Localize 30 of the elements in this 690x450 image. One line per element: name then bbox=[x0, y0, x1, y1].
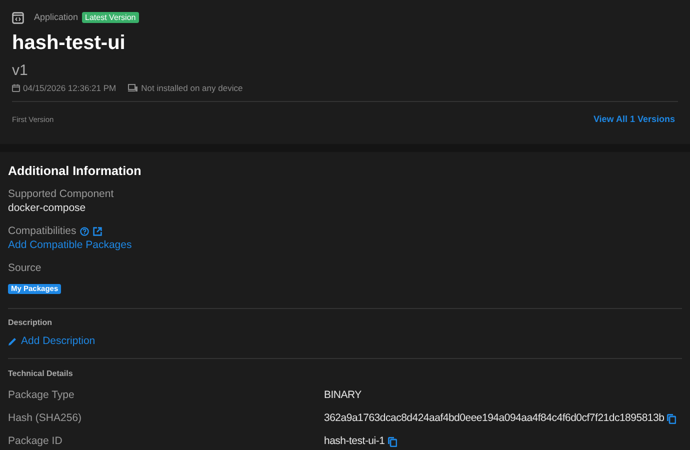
detail-label: Package Type bbox=[8, 388, 76, 403]
field-label: Source bbox=[8, 261, 42, 275]
field-label: Compatibilities bbox=[8, 224, 76, 238]
section-title: Technical Details bbox=[8, 369, 74, 379]
view-versions-link[interactable]: View All 1 Versions bbox=[593, 113, 675, 127]
detail-label: Hash (SHA256) bbox=[8, 410, 83, 426]
package-title: hash-test-ui bbox=[12, 30, 126, 54]
help-icon[interactable] bbox=[80, 226, 90, 236]
pencil-icon bbox=[8, 336, 17, 346]
detail-value: 362a9a1763dcac8d424aaf4bd0eee194a094aa4f84c4f6d0cf7f21dc1895813b bbox=[324, 410, 664, 426]
external-link-icon[interactable] bbox=[93, 226, 102, 236]
detail-value: hash-test-ui-1 bbox=[324, 434, 385, 449]
type-label: Application bbox=[34, 11, 78, 24]
add-description-link[interactable]: Add Description bbox=[8, 334, 96, 348]
copy-icon[interactable] bbox=[667, 414, 676, 424]
install-status: Not installed on any device bbox=[141, 82, 243, 94]
detail-value: BINARY bbox=[324, 388, 362, 403]
copy-icon[interactable] bbox=[388, 436, 397, 446]
devices-icon bbox=[128, 84, 138, 92]
created-date: 04/15/2026 12:36:21 PM bbox=[23, 82, 116, 94]
field-label: Supported Component bbox=[8, 187, 115, 201]
add-compatible-link[interactable]: Add Compatible Packages bbox=[8, 238, 132, 252]
section-title: Description bbox=[8, 318, 54, 328]
status-badge: Latest Version bbox=[82, 12, 139, 24]
app-window-icon bbox=[12, 12, 24, 24]
field-value: docker-compose bbox=[8, 201, 87, 215]
calendar-icon bbox=[12, 84, 20, 92]
detail-label: Package ID bbox=[8, 434, 64, 449]
version-label: v1 bbox=[12, 62, 29, 80]
section-title: Additional Information bbox=[8, 163, 142, 179]
